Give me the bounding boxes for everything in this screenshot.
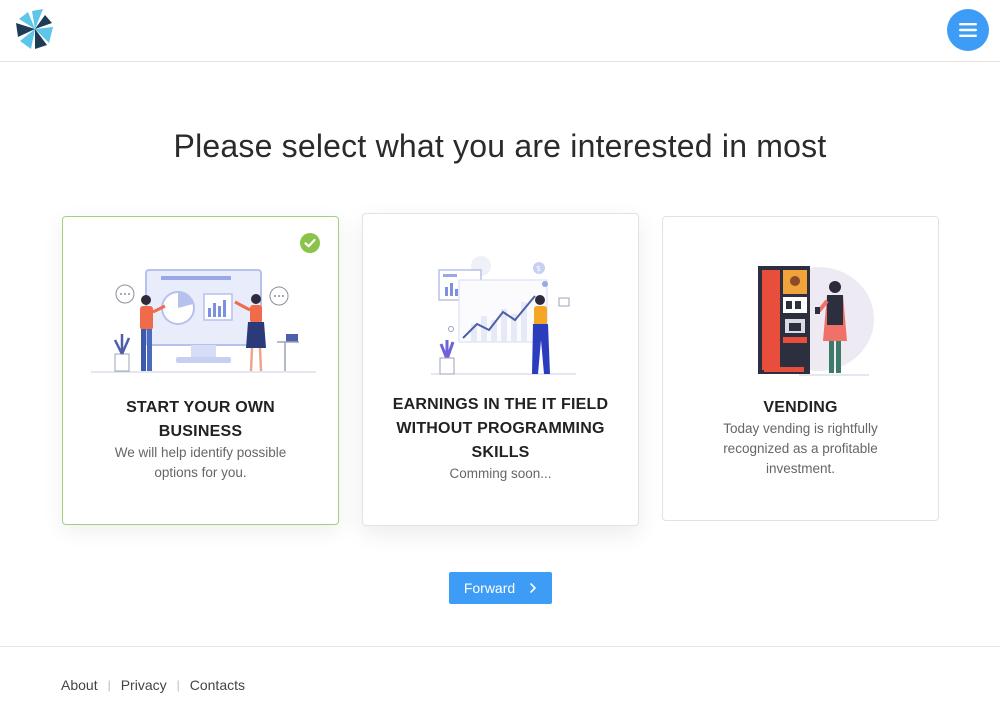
- pinwheel-logo-icon[interactable]: [15, 5, 55, 55]
- card-description-line: Today vending is rightfully: [723, 421, 878, 436]
- card-description-line: We will help identify possible: [114, 445, 287, 460]
- svg-text:$: $: [536, 264, 541, 273]
- card-title-line: START YOUR OWN: [126, 399, 275, 416]
- option-card-start-business[interactable]: START YOUR OWN BUSINESS We will help ide…: [62, 216, 339, 525]
- card-description-line: options for you.: [154, 465, 247, 480]
- check-circle-icon: [300, 233, 320, 253]
- chevron-right-icon: [530, 583, 537, 593]
- card-description-line: investment.: [765, 461, 836, 476]
- card-description-line: Comming soon...: [449, 466, 552, 481]
- footer-separator: |: [176, 678, 180, 692]
- hamburger-menu-icon: [959, 23, 977, 37]
- option-card-it-earnings[interactable]: $ EARNINGS IN THE IT FIELD WITHOUT PROGR…: [362, 213, 639, 526]
- card-title-line: BUSINESS: [158, 423, 243, 440]
- footer: About | Privacy | Contacts: [0, 646, 1000, 717]
- card-title-line: WITHOUT PROGRAMMING: [396, 420, 605, 437]
- card-title-line: VENDING: [763, 399, 838, 416]
- header: [0, 0, 1000, 62]
- card-title-line: EARNINGS IN THE IT FIELD: [392, 396, 609, 413]
- card-description-line: recognized as a profitable: [723, 441, 878, 456]
- card-title-line: SKILLS: [471, 444, 530, 461]
- menu-button[interactable]: [947, 9, 989, 51]
- page-title: Please select what you are interested in…: [173, 128, 827, 164]
- forward-button[interactable]: Forward: [449, 572, 552, 604]
- footer-link-contacts[interactable]: Contacts: [190, 677, 245, 693]
- footer-link-privacy[interactable]: Privacy: [121, 677, 167, 693]
- footer-link-about[interactable]: About: [61, 677, 98, 693]
- analytics-chart-illustration: $: [431, 256, 576, 375]
- option-card-vending[interactable]: VENDING Today vending is rightfully reco…: [662, 216, 939, 521]
- footer-separator: |: [107, 678, 111, 692]
- vending-machine-illustration: [758, 266, 874, 376]
- business-presentation-illustration: [91, 269, 316, 373]
- footer-links: About | Privacy | Contacts: [61, 677, 245, 693]
- forward-button-label: Forward: [463, 580, 516, 596]
